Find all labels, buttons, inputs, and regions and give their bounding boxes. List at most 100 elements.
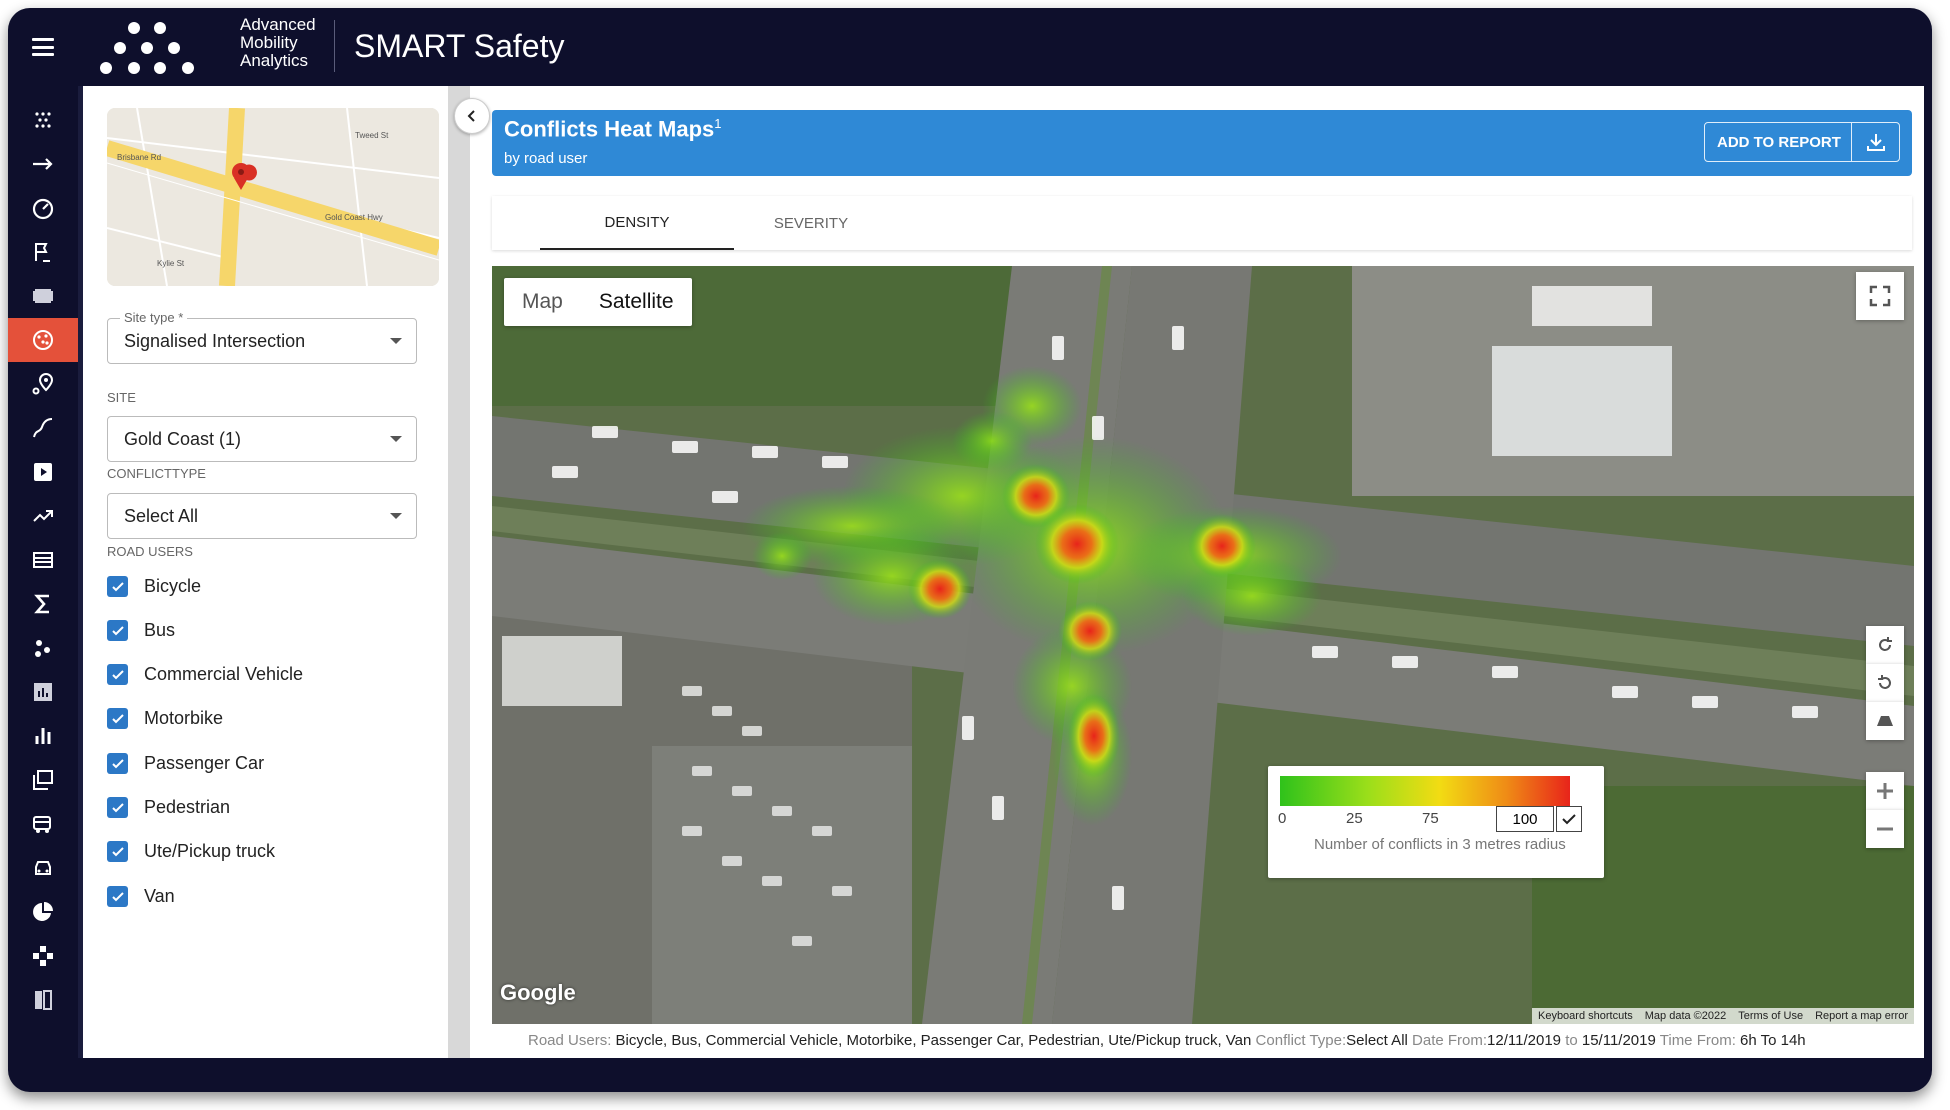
site-type-label: Site type *: [120, 310, 188, 325]
brand-line: Analytics: [240, 51, 309, 70]
keyboard-shortcuts-link[interactable]: Keyboard shortcuts: [1532, 1008, 1639, 1024]
nav-compare-icon[interactable]: [8, 978, 78, 1022]
summary-value: Select All: [1346, 1032, 1408, 1049]
add-to-report-button[interactable]: ADD TO REPORT: [1704, 122, 1900, 162]
nav-cluster-icon[interactable]: [8, 98, 78, 142]
map-type-satellite-button[interactable]: Satellite: [581, 278, 692, 326]
checkbox-pedestrian[interactable]: Pedestrian: [107, 797, 230, 818]
collapse-panel-button[interactable]: [454, 98, 490, 134]
site-label: SITE: [107, 390, 136, 405]
report-error-link[interactable]: Report a map error: [1809, 1008, 1914, 1024]
terms-link[interactable]: Terms of Use: [1732, 1008, 1809, 1024]
checkbox-checked-icon: [107, 576, 128, 597]
heatmap-map[interactable]: Map Satellite 0 25 75 100 Number of conf…: [492, 266, 1914, 1024]
checkbox-checked-icon: [107, 797, 128, 818]
conflict-type-select[interactable]: Select All: [107, 493, 417, 539]
checkbox-label: Motorbike: [144, 708, 224, 728]
check-icon: [1562, 814, 1576, 825]
report-title-footnote: 1: [714, 116, 722, 131]
checkbox-label: Bus: [144, 620, 176, 640]
checkbox-ute-pickup-truck[interactable]: Ute/Pickup truck: [107, 841, 275, 862]
brand-line: Advanced: [240, 15, 316, 34]
heat-legend: 0 25 75 100 Number of conflicts in 3 met…: [1268, 766, 1604, 878]
nav-pie-chart-icon[interactable]: [8, 890, 78, 934]
checkbox-van[interactable]: Van: [107, 886, 175, 907]
legend-tick: 25: [1346, 810, 1363, 827]
map-type-toggle: Map Satellite: [504, 278, 692, 326]
summary-value: 12/11/2019: [1487, 1032, 1562, 1049]
street-label: Brisbane Rd: [117, 153, 161, 162]
brand-logo-icon: [100, 22, 194, 74]
site-value: Gold Coast (1): [124, 428, 242, 449]
google-logo: Google: [500, 980, 576, 1005]
summary-key: to: [1565, 1032, 1578, 1049]
nav-route-flag-icon[interactable]: [8, 230, 78, 274]
chevron-down-icon: [390, 513, 402, 519]
summary-key: Conflict Type:: [1255, 1032, 1347, 1049]
site-select[interactable]: Gold Coast (1): [107, 416, 417, 462]
satellite-imagery: [492, 266, 1914, 1024]
fullscreen-button[interactable]: [1856, 272, 1904, 320]
checkbox-commercial-vehicle[interactable]: Commercial Vehicle: [107, 664, 303, 685]
legend-caption: Number of conflicts in 3 metres radius: [1314, 836, 1566, 853]
site-minimap[interactable]: Brisbane Rd Gold Coast Hwy Kylie St Twee…: [107, 108, 439, 286]
view-tabs: DENSITY SEVERITY: [492, 196, 1912, 250]
legend-gradient: [1280, 776, 1570, 806]
nav-curve-icon[interactable]: [8, 406, 78, 450]
report-title: Conflicts Heat Maps1: [504, 116, 722, 142]
chevron-down-icon: [390, 436, 402, 442]
main-content: Brisbane Rd Gold Coast Hwy Kylie St Twee…: [78, 86, 1924, 1058]
nav-dots-icon[interactable]: [8, 626, 78, 670]
zoom-out-button[interactable]: [1866, 810, 1904, 848]
nav-list-icon[interactable]: [8, 538, 78, 582]
nav-sigma-icon[interactable]: [8, 582, 78, 626]
legend-max-input[interactable]: 100: [1496, 806, 1554, 832]
summary-key: Time From:: [1659, 1032, 1736, 1049]
app-title: SMART Safety: [354, 28, 565, 64]
nav-conflicts-icon[interactable]: [8, 318, 78, 362]
divider: [334, 20, 335, 72]
rotate-clockwise-button[interactable]: [1866, 626, 1904, 664]
road-users-label: ROAD USERS: [107, 544, 193, 559]
tab-severity[interactable]: SEVERITY: [734, 196, 888, 250]
nav-arrow-right-icon[interactable]: [8, 142, 78, 186]
checkbox-label: Bicycle: [144, 576, 202, 596]
checkbox-label: Passenger Car: [144, 753, 265, 773]
site-type-select[interactable]: Site type * Signalised Intersection: [107, 310, 417, 364]
apply-max-button[interactable]: [1556, 806, 1582, 832]
top-bar: Advanced Mobility Analytics SMART Safety: [8, 8, 1932, 86]
tilt-button[interactable]: [1866, 702, 1904, 740]
summary-value: Bicycle, Bus, Commercial Vehicle, Motorb…: [615, 1032, 1252, 1049]
nav-car-icon[interactable]: [8, 846, 78, 890]
nav-speedometer-icon[interactable]: [8, 186, 78, 230]
conflict-type-value: Select All: [124, 505, 199, 526]
checkbox-bicycle[interactable]: Bicycle: [107, 576, 201, 597]
checkbox-passenger-car[interactable]: Passenger Car: [107, 753, 264, 774]
tab-density[interactable]: DENSITY: [540, 196, 734, 250]
nav-network-icon[interactable]: [8, 934, 78, 978]
nav-bar-chart-box-icon[interactable]: [8, 670, 78, 714]
rotate-clockwise-icon: [1879, 637, 1892, 651]
rotate-counter-button[interactable]: [1866, 664, 1904, 702]
filter-summary: Road Users: Bicycle, Bus, Commercial Veh…: [528, 1032, 1806, 1049]
tilt-icon: [1877, 716, 1893, 726]
conflict-type-label: CONFLICTTYPE: [107, 466, 206, 481]
nav-layers-icon[interactable]: [8, 758, 78, 802]
map-data-label: Map data ©2022: [1644, 1010, 1727, 1022]
app-window: Advanced Mobility Analytics SMART Safety: [8, 8, 1932, 1092]
nav-map-pin-icon[interactable]: [8, 362, 78, 406]
menu-icon[interactable]: [32, 38, 54, 56]
summary-key: Date From:: [1412, 1032, 1488, 1049]
nav-bar-chart-icon[interactable]: [8, 714, 78, 758]
map-type-map-button[interactable]: Map: [504, 278, 581, 326]
zoom-in-button[interactable]: [1866, 772, 1904, 810]
checkbox-motorbike[interactable]: Motorbike: [107, 708, 223, 729]
nav-trend-icon[interactable]: [8, 494, 78, 538]
nav-bus-icon[interactable]: [8, 802, 78, 846]
nav-video-icon[interactable]: [8, 450, 78, 494]
panel-scrollbar[interactable]: [448, 86, 470, 1058]
rotate-counter-icon: [1878, 675, 1891, 689]
chevron-left-icon: [467, 110, 475, 122]
nav-film-icon[interactable]: [8, 274, 78, 318]
checkbox-bus[interactable]: Bus: [107, 620, 175, 641]
